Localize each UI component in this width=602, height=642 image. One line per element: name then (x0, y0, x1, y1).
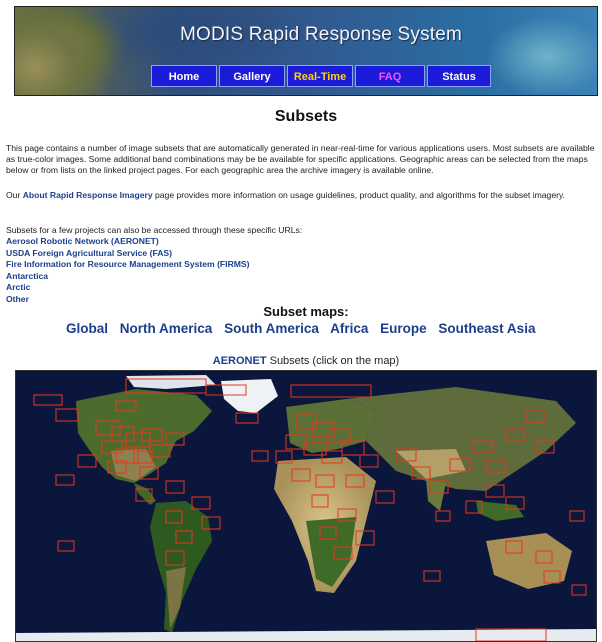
site-banner: MODIS Rapid Response System Home Gallery… (14, 6, 598, 96)
nav-status-button[interactable]: Status (427, 65, 491, 87)
region-link-north-america[interactable]: North America (120, 321, 213, 336)
project-link-list: Aerosol Robotic Network (AERONET) USDA F… (6, 236, 250, 305)
page-title: Subsets (274, 108, 338, 125)
europe-landmass (286, 399, 376, 453)
region-link-africa[interactable]: Africa (330, 321, 368, 336)
banner-satellite-coast (15, 7, 125, 95)
about-paragraph: Our About Rapid Response Imagery page pr… (6, 190, 598, 201)
project-link-arctic[interactable]: Arctic (6, 282, 250, 294)
region-link-global[interactable]: Global (66, 321, 108, 336)
about-rapid-response-link[interactable]: About Rapid Response Imagery (23, 190, 153, 200)
about-suffix: page provides more information on usage … (152, 190, 566, 200)
south-america-landmass (150, 501, 212, 633)
nav-gallery-button[interactable]: Gallery (219, 65, 285, 87)
nav-faq-button[interactable]: FAQ (355, 65, 425, 87)
world-map-image[interactable] (16, 371, 596, 641)
subset-box[interactable] (571, 584, 587, 596)
subset-box[interactable] (423, 570, 441, 582)
subset-box[interactable] (33, 394, 63, 406)
project-link-fas[interactable]: USDA Foreign Agricultural Service (FAS) (6, 248, 250, 260)
subset-box[interactable] (569, 510, 585, 522)
about-prefix: Our (6, 190, 23, 200)
subset-box[interactable] (77, 454, 97, 468)
project-link-aeronet[interactable]: Aerosol Robotic Network (AERONET) (6, 236, 250, 248)
subset-box[interactable] (435, 510, 451, 522)
aeronet-map-link[interactable]: AERONET (213, 355, 267, 367)
subset-box[interactable] (165, 480, 185, 494)
greenland-landmass (221, 379, 278, 413)
subset-box[interactable] (290, 384, 372, 398)
antarctica-landmass (16, 629, 596, 641)
subset-box[interactable] (359, 454, 379, 468)
aeronet-subset-map[interactable] (15, 370, 597, 642)
projects-intro: Subsets for a few projects can also be a… (6, 225, 303, 235)
subset-box[interactable] (191, 496, 211, 510)
subset-box[interactable] (55, 474, 75, 486)
map-caption-text: Subsets (click on the map) (266, 355, 400, 367)
asia-landmass (346, 387, 576, 491)
project-link-firms[interactable]: Fire Information for Resource Management… (6, 259, 250, 271)
region-link-bar: Global North America South America Afric… (66, 321, 543, 336)
southeast-asia-islands (476, 501, 524, 521)
nav-real-time-button[interactable]: Real-Time (287, 65, 353, 87)
subset-box[interactable] (55, 408, 79, 422)
map-caption: AERONET Subsets (click on the map) (0, 355, 602, 367)
region-link-southeast-asia[interactable]: Southeast Asia (438, 321, 535, 336)
australia-landmass (486, 533, 572, 589)
subset-maps-heading: Subset maps: (263, 304, 349, 319)
nav-home-button[interactable]: Home (151, 65, 217, 87)
subset-box[interactable] (251, 450, 269, 462)
project-link-antarctica[interactable]: Antarctica (6, 271, 250, 283)
site-title: MODIS Rapid Response System (180, 24, 463, 45)
intro-paragraph: This page contains a number of image sub… (6, 143, 595, 175)
banner-satellite-reef (477, 7, 597, 95)
arctic-islands-landmass (126, 375, 216, 389)
subset-box[interactable] (375, 490, 395, 504)
india-landmass (426, 479, 446, 511)
region-link-europe[interactable]: Europe (380, 321, 427, 336)
central-america-landmass (134, 483, 156, 505)
region-link-south-america[interactable]: South America (224, 321, 319, 336)
subset-box[interactable] (235, 412, 259, 424)
subset-box[interactable] (57, 540, 75, 552)
